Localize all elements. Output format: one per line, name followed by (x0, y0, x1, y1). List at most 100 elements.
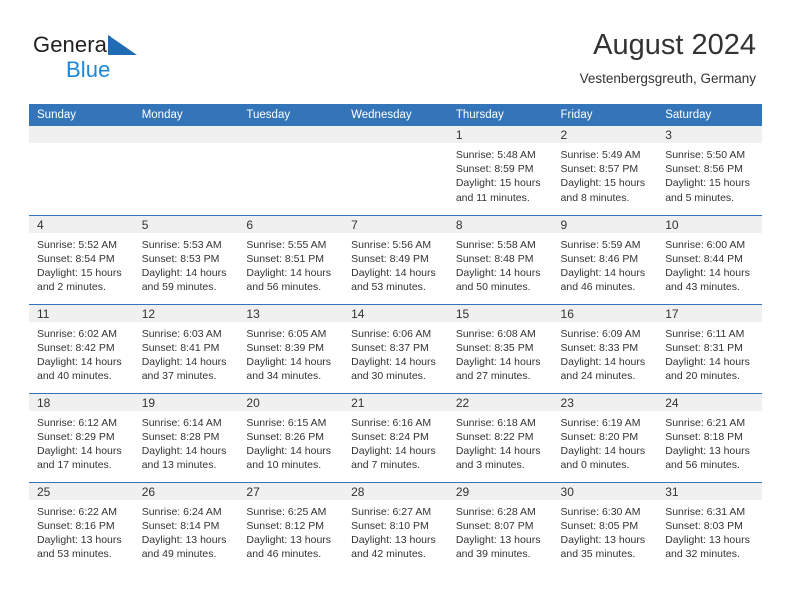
calendar-day-cell[interactable]: 17 Sunrise: 6:11 AM Sunset: 8:31 PM Dayligh… (657, 303, 762, 393)
calendar-day-cell-empty (238, 126, 344, 215)
weekday-header-thursday: Thursday (447, 104, 553, 126)
calendar-day-cell[interactable]: 7 Sunrise: 5:56 AM Sunset: 8:49 PM Daylight… (343, 214, 448, 304)
calendar-day-cell[interactable]: 8 Sunrise: 5:58 AM Sunset: 8:48 PM Daylight… (447, 214, 553, 304)
day-number: 3 (657, 126, 762, 143)
day-number: 23 (552, 393, 658, 411)
daylight-text-line1: Daylight: 14 hours (560, 355, 646, 368)
day-details: Sunrise: 6:08 AM Sunset: 8:35 PM Daylight:… (448, 322, 553, 384)
day-details: Sunrise: 5:48 AM Sunset: 8:59 PM Daylight:… (448, 143, 553, 205)
calendar-day-cell[interactable]: 11 Sunrise: 6:02 AM Sunset: 8:42 PM Dayligh… (29, 303, 134, 393)
sunrise-text: Sunrise: 5:56 AM (351, 238, 432, 251)
sunrise-text: Sunrise: 6:31 AM (665, 505, 746, 518)
calendar-day-cell[interactable]: 19 Sunrise: 6:14 AM Sunset: 8:28 PM Dayligh… (133, 392, 239, 482)
calendar-day-cell[interactable]: 5 Sunrise: 5:53 AM Sunset: 8:53 PM Daylight… (133, 214, 239, 304)
calendar-day-cell[interactable]: 10 Sunrise: 6:00 AM Sunset: 8:44 PM Dayligh… (657, 214, 762, 304)
daylight-text-line1: Daylight: 13 hours (665, 444, 750, 457)
day-number: 13 (238, 304, 344, 322)
daylight-text-line1: Daylight: 13 hours (560, 533, 646, 546)
calendar-day-cell[interactable]: 22 Sunrise: 6:18 AM Sunset: 8:22 PM Dayligh… (447, 392, 553, 482)
calendar-day-cell[interactable]: 3 Sunrise: 5:50 AM Sunset: 8:56 PM Daylight… (657, 126, 762, 215)
day-number: 28 (343, 482, 448, 500)
day-number: 25 (29, 482, 134, 500)
day-details: Sunrise: 6:19 AM Sunset: 8:20 PM Daylight:… (553, 411, 658, 473)
daylight-text-line2: and 2 minutes. (37, 281, 106, 294)
day-number: 30 (552, 482, 658, 500)
sunrise-text: Sunrise: 6:15 AM (246, 416, 327, 429)
day-details: Sunrise: 5:55 AM Sunset: 8:51 PM Daylight:… (238, 233, 343, 295)
daylight-text-line2: and 17 minutes. (37, 459, 112, 472)
sunset-text: Sunset: 8:53 PM (141, 252, 220, 265)
calendar-day-cell[interactable]: 16 Sunrise: 6:09 AM Sunset: 8:33 PM Dayligh… (552, 303, 658, 393)
daylight-text-line1: Daylight: 15 hours (665, 177, 750, 190)
calendar-day-cell[interactable]: 13 Sunrise: 6:05 AM Sunset: 8:39 PM Dayligh… (238, 303, 344, 393)
day-details: Sunrise: 6:12 AM Sunset: 8:29 PM Daylight:… (29, 411, 134, 473)
daylight-text-line1: Daylight: 14 hours (141, 355, 227, 368)
day-details: Sunrise: 5:59 AM Sunset: 8:46 PM Daylight:… (553, 233, 658, 295)
daylight-text-line1: Daylight: 14 hours (455, 355, 541, 368)
daylight-text-line2: and 7 minutes. (351, 459, 420, 472)
sunset-text: Sunset: 8:35 PM (455, 341, 534, 354)
day-number: 14 (343, 304, 448, 322)
calendar-day-cell[interactable]: 21 Sunrise: 6:16 AM Sunset: 8:24 PM Dayligh… (343, 392, 448, 482)
calendar-day-cell[interactable]: 1 Sunrise: 5:48 AM Sunset: 8:59 PM Daylight… (447, 126, 553, 215)
daylight-text-line1: Daylight: 15 hours (455, 177, 541, 190)
daylight-text-line2: and 11 minutes. (455, 191, 530, 204)
day-number (343, 126, 448, 143)
weekday-header-wednesday: Wednesday (343, 104, 448, 126)
calendar-day-cell[interactable]: 25 Sunrise: 6:22 AM Sunset: 8:16 PM Dayligh… (29, 481, 134, 571)
sunset-text: Sunset: 8:33 PM (560, 341, 639, 354)
daylight-text-line2: and 8 minutes. (560, 191, 630, 204)
calendar-day-cell[interactable]: 23 Sunrise: 6:19 AM Sunset: 8:20 PM Dayligh… (552, 392, 658, 482)
daylight-text-line1: Daylight: 14 hours (246, 444, 332, 457)
calendar-day-cell[interactable]: 18 Sunrise: 6:12 AM Sunset: 8:29 PM Dayligh… (29, 392, 134, 482)
daylight-text-line2: and 34 minutes. (246, 370, 322, 383)
calendar-day-cell[interactable]: 6 Sunrise: 5:55 AM Sunset: 8:51 PM Daylight… (238, 214, 344, 304)
calendar-day-cell-empty (343, 126, 448, 215)
daylight-text-line1: Daylight: 14 hours (246, 355, 332, 368)
calendar-day-cell[interactable]: 14 Sunrise: 6:06 AM Sunset: 8:37 PM Dayligh… (343, 303, 448, 393)
daylight-text-line2: and 32 minutes. (665, 548, 740, 561)
daylight-text-line1: Daylight: 13 hours (141, 533, 227, 546)
sunrise-text: Sunrise: 6:08 AM (455, 327, 536, 340)
calendar-day-cell[interactable]: 4 Sunrise: 5:52 AM Sunset: 8:54 PM Daylight… (29, 214, 134, 304)
daylight-text-line2: and 53 minutes. (37, 548, 112, 561)
day-details: Sunrise: 6:05 AM Sunset: 8:39 PM Daylight:… (238, 322, 343, 384)
daylight-text-line1: Daylight: 13 hours (665, 533, 750, 546)
calendar-day-cell[interactable]: 15 Sunrise: 6:08 AM Sunset: 8:35 PM Dayligh… (447, 303, 553, 393)
calendar-day-cell[interactable]: 26 Sunrise: 6:24 AM Sunset: 8:14 PM Dayligh… (133, 481, 239, 571)
calendar-day-cell[interactable]: 30 Sunrise: 6:30 AM Sunset: 8:05 PM Dayligh… (552, 481, 658, 571)
brand-logo[interactable]: General Blue (33, 32, 213, 84)
calendar-day-cell[interactable]: 27 Sunrise: 6:25 AM Sunset: 8:12 PM Dayligh… (238, 481, 344, 571)
sunrise-text: Sunrise: 6:16 AM (351, 416, 432, 429)
calendar-day-cell[interactable]: 2 Sunrise: 5:49 AM Sunset: 8:57 PM Daylight… (552, 126, 658, 215)
calendar-day-cell[interactable]: 31 Sunrise: 6:31 AM Sunset: 8:03 PM Dayligh… (657, 481, 762, 571)
sunset-text: Sunset: 8:16 PM (37, 519, 115, 532)
sunset-text: Sunset: 8:49 PM (351, 252, 429, 265)
sunrise-text: Sunrise: 6:12 AM (37, 416, 117, 429)
sunset-text: Sunset: 8:20 PM (560, 430, 639, 443)
day-number: 7 (343, 215, 448, 233)
calendar-day-cell[interactable]: 28 Sunrise: 6:27 AM Sunset: 8:10 PM Dayligh… (343, 481, 448, 571)
day-number: 22 (447, 393, 553, 411)
daylight-text-line1: Daylight: 14 hours (455, 444, 541, 457)
daylight-text-line2: and 40 minutes. (37, 370, 112, 383)
daylight-text-line1: Daylight: 14 hours (246, 266, 332, 279)
day-details: Sunrise: 6:21 AM Sunset: 8:18 PM Daylight:… (657, 411, 762, 473)
calendar-day-cell[interactable]: 24 Sunrise: 6:21 AM Sunset: 8:18 PM Dayligh… (657, 392, 762, 482)
sunset-text: Sunset: 8:46 PM (560, 252, 639, 265)
sunrise-text: Sunrise: 6:03 AM (141, 327, 222, 340)
calendar-day-cell-empty (29, 126, 134, 215)
sunrise-text: Sunrise: 6:18 AM (455, 416, 536, 429)
calendar-day-cell[interactable]: 20 Sunrise: 6:15 AM Sunset: 8:26 PM Dayligh… (238, 392, 344, 482)
calendar-day-cell[interactable]: 29 Sunrise: 6:28 AM Sunset: 8:07 PM Dayligh… (447, 481, 553, 571)
day-number: 8 (447, 215, 553, 233)
calendar-day-cell[interactable]: 9 Sunrise: 5:59 AM Sunset: 8:46 PM Daylight… (552, 214, 658, 304)
day-details: Sunrise: 6:24 AM Sunset: 8:14 PM Daylight:… (134, 500, 239, 562)
daylight-text-line2: and 0 minutes. (560, 459, 630, 472)
sunset-text: Sunset: 8:54 PM (37, 252, 115, 265)
title-block: August 2024 Vestenbergsgreuth, Germany (580, 28, 756, 89)
sunrise-text: Sunrise: 6:25 AM (246, 505, 327, 518)
calendar-day-cell[interactable]: 12 Sunrise: 6:03 AM Sunset: 8:41 PM Dayligh… (133, 303, 239, 393)
sunset-text: Sunset: 8:39 PM (246, 341, 325, 354)
daylight-text-line1: Daylight: 14 hours (351, 355, 436, 368)
